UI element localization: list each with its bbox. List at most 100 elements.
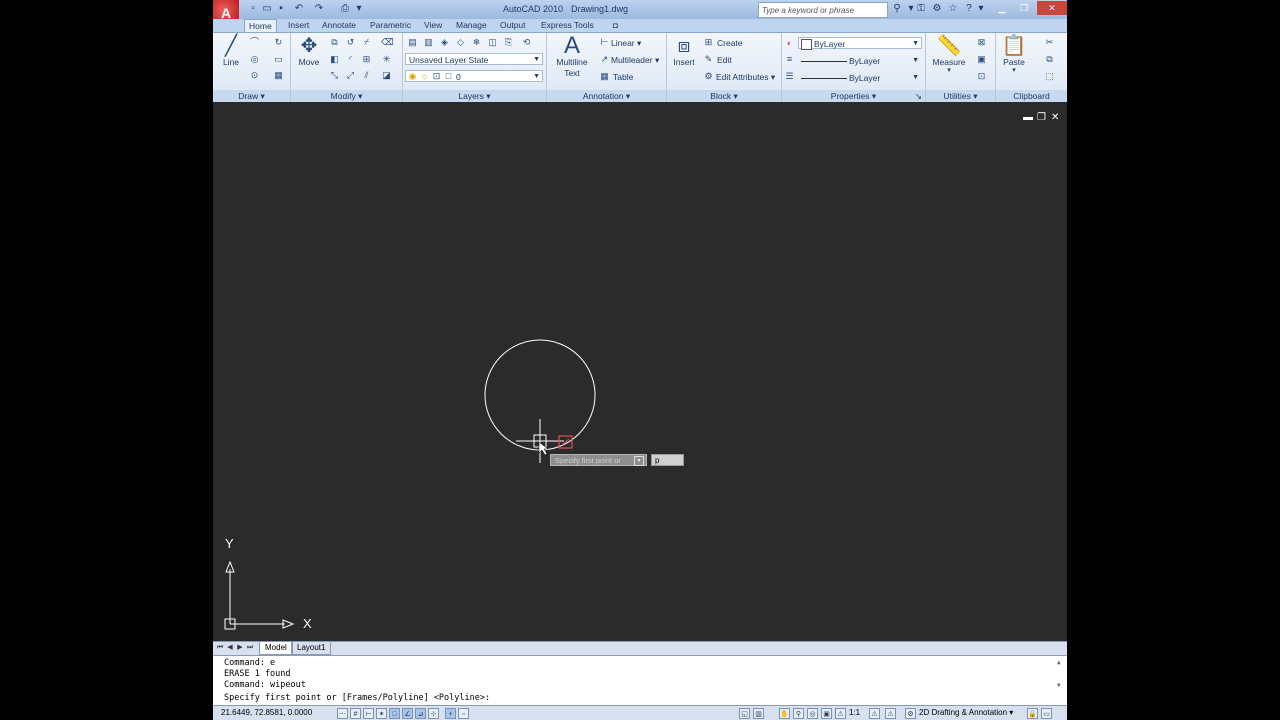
annotation-panel-title[interactable]: Annotation ▾ bbox=[547, 90, 666, 102]
edit-block-button[interactable]: Edit bbox=[717, 55, 732, 65]
binoculars-icon[interactable]: ⚲ bbox=[891, 3, 903, 15]
polyline-icon[interactable]: ⌒ bbox=[249, 37, 260, 48]
lock-toolbars-icon[interactable]: 🔒 bbox=[1027, 708, 1038, 719]
insert-block-button[interactable]: ⧈ Insert bbox=[670, 35, 698, 67]
calculator-icon[interactable]: ▣ bbox=[976, 54, 987, 65]
stretch-icon[interactable]: ⤡ bbox=[329, 70, 340, 81]
restore-icon[interactable]: ❐ bbox=[1013, 1, 1035, 15]
copy-clip-icon[interactable]: ⧉ bbox=[1044, 54, 1055, 65]
measure-button[interactable]: 📏 Measure ▾ bbox=[930, 35, 968, 74]
layer-match-icon[interactable]: ⎘ bbox=[503, 37, 514, 48]
mirror-icon[interactable]: ◧ bbox=[329, 54, 340, 65]
scale-icon[interactable]: ⤢ bbox=[345, 70, 356, 81]
clipboard-panel-title[interactable]: Clipboard bbox=[996, 90, 1067, 102]
zoom-icon[interactable]: ⚲ bbox=[793, 708, 804, 719]
model-space-icon[interactable]: ◱ bbox=[739, 708, 750, 719]
new-icon[interactable]: ▫ bbox=[247, 3, 259, 15]
object-snap-tracking-icon[interactable]: ∠ bbox=[402, 708, 413, 719]
move-button[interactable]: ✥ Move bbox=[295, 35, 323, 67]
pan-icon[interactable]: ✋ bbox=[779, 708, 790, 719]
quick-access-dropdown-icon[interactable]: ▾ bbox=[353, 3, 365, 15]
color-dropdown[interactable]: ByLayer ▼ bbox=[798, 37, 922, 50]
tab-parametric[interactable]: Parametric bbox=[366, 19, 415, 32]
ortho-mode-icon[interactable]: ⊢ bbox=[363, 708, 374, 719]
tab-manage[interactable]: Manage bbox=[452, 19, 491, 32]
ellipse-icon[interactable]: ⊙ bbox=[249, 70, 260, 81]
properties-panel-title[interactable]: Properties ▾ ↘ bbox=[782, 90, 925, 102]
array-icon[interactable]: ⊞ bbox=[361, 54, 372, 65]
dynamic-ucs-icon[interactable]: ⊿ bbox=[415, 708, 426, 719]
line-button[interactable]: ╱ Line bbox=[219, 35, 243, 67]
copy-icon[interactable]: ⧉ bbox=[329, 37, 340, 48]
drawing-canvas[interactable]: ▬ ❐ ✕ Y X Specify first point or ▾ p bbox=[213, 102, 1067, 640]
communication-center-icon[interactable]: ⚿ bbox=[915, 3, 927, 15]
circle-icon[interactable]: ◎ bbox=[249, 54, 260, 65]
explode-icon[interactable]: ✳ bbox=[381, 54, 392, 65]
search-input[interactable] bbox=[762, 4, 884, 16]
command-line[interactable]: Command: e ERASE 1 found Command: wipeou… bbox=[213, 655, 1067, 706]
clean-screen-icon[interactable]: ▭ bbox=[1041, 708, 1052, 719]
match-icon[interactable]: ⬚ bbox=[1044, 71, 1055, 82]
annotation-scale-value[interactable]: 1:1 bbox=[849, 708, 860, 717]
tab-express-tools[interactable]: Express Tools bbox=[537, 19, 598, 32]
paste-button[interactable]: 📋 Paste ▾ bbox=[1000, 35, 1028, 74]
workspace-dropdown[interactable]: 2D Drafting & Annotation ▾ bbox=[919, 708, 1013, 717]
help-icon[interactable]: ? bbox=[963, 3, 975, 15]
quick-view-layouts-icon[interactable]: ▥ bbox=[753, 708, 764, 719]
utilities-panel-title[interactable]: Utilities ▾ bbox=[926, 90, 995, 102]
layer-freeze-icon[interactable]: ❄ bbox=[471, 37, 482, 48]
tab-annotate[interactable]: Annotate bbox=[318, 19, 360, 32]
tab-view[interactable]: View bbox=[420, 19, 446, 32]
multiline-text-button[interactable]: A Multiline Text bbox=[553, 34, 591, 79]
showmotion-icon[interactable]: ▣ bbox=[821, 708, 832, 719]
draw-panel-title[interactable]: Draw ▾ bbox=[213, 90, 290, 102]
hatch-icon[interactable]: ▦ bbox=[273, 70, 284, 81]
ribbon-toggle-icon[interactable]: ◘ bbox=[609, 19, 622, 32]
rotate-icon[interactable]: ↺ bbox=[345, 37, 356, 48]
join-icon[interactable]: ◪ bbox=[381, 70, 392, 81]
save-icon[interactable]: ▪ bbox=[275, 3, 287, 15]
search-box[interactable] bbox=[758, 2, 888, 18]
layer-states-icon[interactable]: ▥ bbox=[423, 37, 434, 48]
erase-icon[interactable]: ⌫ bbox=[381, 37, 394, 48]
undo-icon[interactable]: ↶ bbox=[293, 3, 305, 15]
linear-dimension-button[interactable]: Linear ▾ bbox=[611, 38, 641, 49]
command-prompt[interactable]: Specify first point or [Frames/Polyline]… bbox=[224, 693, 490, 704]
subscription-icon[interactable]: ⚙ bbox=[931, 3, 943, 15]
offset-icon[interactable]: ⫽ bbox=[361, 70, 372, 81]
match-properties-icon[interactable]: ◐ bbox=[784, 38, 795, 49]
tab-layout1[interactable]: Layout1 bbox=[291, 642, 332, 655]
dialog-launcher-icon[interactable]: ↘ bbox=[915, 90, 922, 102]
tab-model[interactable]: Model bbox=[259, 642, 293, 655]
close-icon[interactable]: ✕ bbox=[1037, 1, 1067, 15]
favorites-icon[interactable]: ☆ bbox=[947, 3, 959, 15]
dynamic-input-field[interactable]: p bbox=[651, 454, 684, 466]
arc-icon[interactable]: ↻ bbox=[273, 37, 284, 48]
cut-icon[interactable]: ✂ bbox=[1044, 37, 1055, 48]
show-lineweight-icon[interactable]: + bbox=[445, 708, 456, 719]
scroll-up-icon[interactable]: ▲ bbox=[1057, 659, 1065, 667]
layer-off-icon[interactable]: ◇ bbox=[455, 37, 466, 48]
plot-icon[interactable]: ⎙ bbox=[339, 3, 351, 15]
create-block-button[interactable]: Create bbox=[717, 38, 743, 48]
dynamic-input-icon[interactable]: ⊹ bbox=[428, 708, 439, 719]
last-tab-icon[interactable]: ⏭ bbox=[246, 643, 254, 653]
annotation-scale-icon[interactable]: ⚠ bbox=[835, 708, 846, 719]
table-button[interactable]: Table bbox=[613, 72, 633, 82]
id-point-icon[interactable]: ⊡ bbox=[976, 71, 987, 82]
linetype-dropdown[interactable]: ByLayer ▼ bbox=[798, 54, 922, 66]
scroll-down-icon[interactable]: ▼ bbox=[1057, 682, 1065, 690]
snap-mode-icon[interactable]: ⋯ bbox=[337, 708, 348, 719]
edit-attributes-button[interactable]: Edit Attributes ▾ bbox=[716, 72, 775, 83]
steering-wheel-icon[interactable]: ◎ bbox=[807, 708, 818, 719]
next-tab-icon[interactable]: ▶ bbox=[236, 643, 244, 653]
prev-tab-icon[interactable]: ◀ bbox=[226, 643, 234, 653]
trim-icon[interactable]: ⌿ bbox=[361, 37, 372, 48]
layer-isolate-icon[interactable]: ◈ bbox=[439, 37, 450, 48]
redo-icon[interactable]: ↷ bbox=[313, 3, 325, 15]
layer-lock-icon[interactable]: ◫ bbox=[487, 37, 498, 48]
workspace-switch-icon[interactable]: ⚙ bbox=[905, 708, 916, 719]
minimize-icon[interactable]: ▁ bbox=[991, 1, 1013, 15]
tab-output[interactable]: Output bbox=[496, 19, 530, 32]
multileader-button[interactable]: Multileader ▾ bbox=[611, 55, 659, 66]
